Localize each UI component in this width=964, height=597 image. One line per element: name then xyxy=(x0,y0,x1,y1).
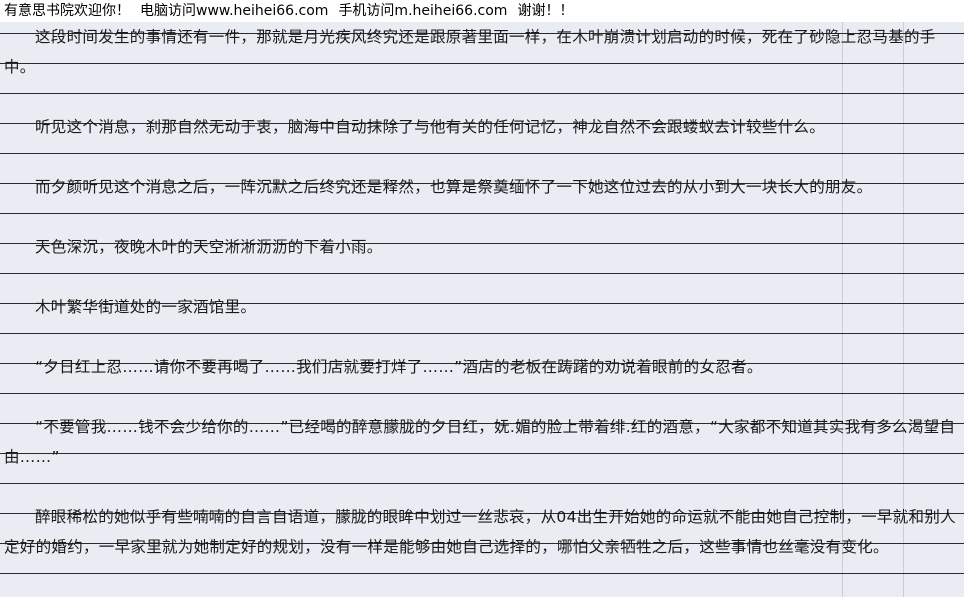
banner-pc-link[interactable]: 电脑访问www.heihei66.com xyxy=(140,3,328,19)
paragraph: 木叶繁华街道处的一家酒馆里。 xyxy=(35,298,257,316)
paragraph: “夕日红上忍……请你不要再喝了……我们店就要打烊了……”酒店的老板在踌躇的劝说着… xyxy=(35,358,763,376)
paragraph: 天色深沉，夜晚木叶的天空淅淅沥沥的下着小雨。 xyxy=(35,238,383,256)
banner-mobile-link[interactable]: 手机访问m.heihei66.com xyxy=(338,3,507,19)
chapter-text: 这段时间发生的事情还有一件，那就是月光疾风终究还是跟原著里面一样，在木叶崩溃计划… xyxy=(4,22,960,592)
banner-site-name: 有意思书院欢迎你！ xyxy=(4,3,130,19)
banner-thanks: 谢谢！！ xyxy=(517,3,574,19)
paragraph: “不要管我……钱不会少给你的……”已经喝的醉意朦胧的夕日红，妩.媚的脸上带着绯.… xyxy=(4,418,956,466)
paragraph: 听见这个消息，刹那自然无动于衷，脑海中自动抹除了与他有关的任何记忆，神龙自然不会… xyxy=(35,118,826,136)
paragraph: 而夕颜听见这个消息之后，一阵沉默之后终究还是释然，也算是祭奠缅怀了一下她这位过去… xyxy=(35,178,873,196)
site-banner: 有意思书院欢迎你！ 电脑访问www.heihei66.com 手机访问m.heihe… xyxy=(0,0,964,22)
paragraph: 醉眼稀松的她似乎有些喃喃的自言自语道，朦胧的眼眸中划过一丝悲哀，从04出生开始她… xyxy=(4,508,956,556)
paragraph: 这段时间发生的事情还有一件，那就是月光疾风终究还是跟原著里面一样，在木叶崩溃计划… xyxy=(4,28,936,76)
